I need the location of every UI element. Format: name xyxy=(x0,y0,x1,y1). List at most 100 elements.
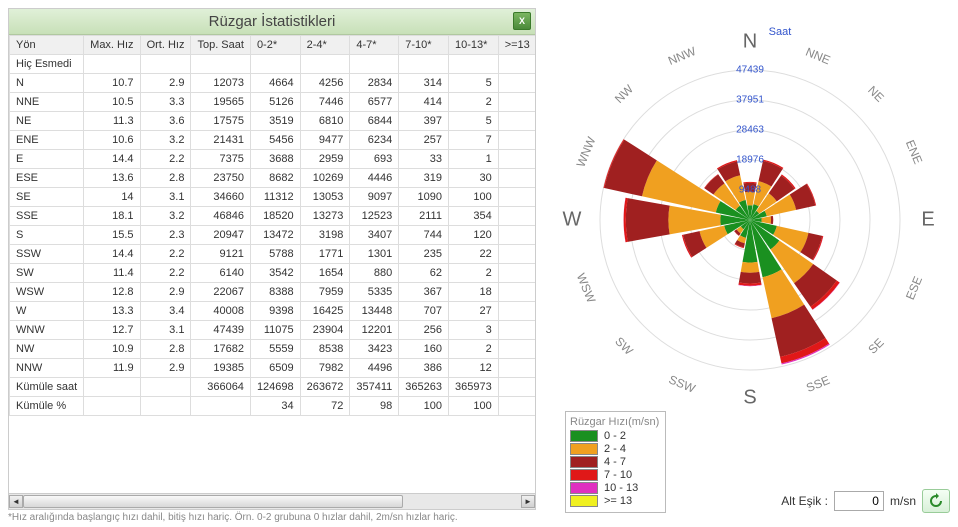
value-cell: 3.2 xyxy=(140,131,191,150)
value-cell: 6844 xyxy=(350,112,399,131)
col-header[interactable]: Top. Saat xyxy=(191,36,250,55)
value-cell xyxy=(498,359,535,378)
refresh-button[interactable] xyxy=(922,489,950,513)
legend-item: 7 - 10 xyxy=(570,469,659,481)
value-cell: 22067 xyxy=(191,283,250,302)
value-cell: 40008 xyxy=(191,302,250,321)
value-cell: 10269 xyxy=(300,169,350,188)
dir-cell: Kümüle saat xyxy=(10,378,84,397)
value-cell: 1771 xyxy=(300,245,350,264)
scroll-thumb[interactable] xyxy=(23,495,403,508)
table-row: Hiç Esmedi xyxy=(10,55,536,74)
value-cell: 7446 xyxy=(300,93,350,112)
value-cell: 3.1 xyxy=(140,188,191,207)
value-cell: 100 xyxy=(399,397,449,416)
value-cell: 16425 xyxy=(300,302,350,321)
value-cell: 18520 xyxy=(250,207,300,226)
col-header[interactable]: Ort. Hız xyxy=(140,36,191,55)
value-cell: 10.5 xyxy=(84,93,140,112)
value-cell: 14.4 xyxy=(84,245,140,264)
value-cell xyxy=(498,283,535,302)
table-row: SW11.42.2614035421654880622 xyxy=(10,264,536,283)
value-cell: 1 xyxy=(448,150,498,169)
col-header[interactable]: 0-2* xyxy=(250,36,300,55)
value-cell: 7375 xyxy=(191,150,250,169)
table-scroll[interactable]: YönMax. HızOrt. HızTop. Saat0-2*2-4*4-7*… xyxy=(9,35,535,493)
value-cell xyxy=(498,93,535,112)
value-cell: 11.4 xyxy=(84,264,140,283)
value-cell xyxy=(498,340,535,359)
value-cell: 693 xyxy=(350,150,399,169)
value-cell: 3542 xyxy=(250,264,300,283)
export-excel-icon[interactable]: X xyxy=(513,12,531,30)
scroll-left-icon[interactable]: ◄ xyxy=(9,495,23,508)
value-cell: 9097 xyxy=(350,188,399,207)
table-row: WSW12.82.92206783887959533536718 xyxy=(10,283,536,302)
col-header[interactable]: Yön xyxy=(10,36,84,55)
table-row: NW10.92.8176825559853834231602 xyxy=(10,340,536,359)
value-cell: 5 xyxy=(448,74,498,93)
threshold-unit: m/sn xyxy=(890,494,916,508)
value-cell: 3.2 xyxy=(140,207,191,226)
footnote: *Hız aralığında başlangıç hızı dahil, bi… xyxy=(8,512,536,523)
value-cell: 13.6 xyxy=(84,169,140,188)
value-cell: 72 xyxy=(300,397,350,416)
value-cell xyxy=(84,55,140,74)
scroll-right-icon[interactable]: ► xyxy=(521,495,535,508)
col-header[interactable]: 7-10* xyxy=(399,36,449,55)
dir-cell: ENE xyxy=(10,131,84,150)
value-cell xyxy=(399,55,449,74)
value-cell xyxy=(140,55,191,74)
dir-cell: Kümüle % xyxy=(10,397,84,416)
radial-axis-label: Saat xyxy=(769,26,792,38)
value-cell: 18.1 xyxy=(84,207,140,226)
table-row: ESE13.62.823750868210269444631930 xyxy=(10,169,536,188)
table-row: NE11.33.6175753519681068443975 xyxy=(10,112,536,131)
value-cell: 9398 xyxy=(250,302,300,321)
col-header[interactable]: 4-7* xyxy=(350,36,399,55)
value-cell: 354 xyxy=(448,207,498,226)
value-cell: 1301 xyxy=(350,245,399,264)
value-cell: 23904 xyxy=(300,321,350,340)
value-cell: 6140 xyxy=(191,264,250,283)
threshold-input[interactable] xyxy=(834,491,884,511)
col-header[interactable]: 2-4* xyxy=(300,36,350,55)
col-header[interactable]: 10-13* xyxy=(448,36,498,55)
value-cell: 397 xyxy=(399,112,449,131)
dir-cell: NW xyxy=(10,340,84,359)
value-cell: 2.2 xyxy=(140,150,191,169)
value-cell: 3407 xyxy=(350,226,399,245)
value-cell: 4496 xyxy=(350,359,399,378)
col-header[interactable]: >=13 xyxy=(498,36,535,55)
horizontal-scrollbar[interactable]: ◄ ► xyxy=(9,493,535,509)
value-cell: 15.5 xyxy=(84,226,140,245)
value-cell: 11312 xyxy=(250,188,300,207)
dir-cell: WNW xyxy=(10,321,84,340)
value-cell: 2 xyxy=(448,264,498,283)
table-row: WNW12.73.1474391107523904122012563 xyxy=(10,321,536,340)
value-cell: 5456 xyxy=(250,131,300,150)
value-cell: 2834 xyxy=(350,74,399,93)
compass-direction-label: N xyxy=(743,31,757,54)
table-row: Kümüle %347298100100 xyxy=(10,397,536,416)
legend: Rüzgar Hızı(m/sn) 0 - 22 - 44 - 77 - 101… xyxy=(565,411,666,513)
col-header[interactable]: Max. Hız xyxy=(84,36,140,55)
value-cell: 2111 xyxy=(399,207,449,226)
legend-swatch xyxy=(570,495,598,507)
value-cell: 12201 xyxy=(350,321,399,340)
value-cell: 14.4 xyxy=(84,150,140,169)
value-cell xyxy=(498,321,535,340)
value-cell: 17575 xyxy=(191,112,250,131)
radial-tick-label: 37951 xyxy=(736,95,764,106)
value-cell: 1090 xyxy=(399,188,449,207)
value-cell: 2.8 xyxy=(140,340,191,359)
value-cell: 1654 xyxy=(300,264,350,283)
value-cell: 13472 xyxy=(250,226,300,245)
dir-cell: NNW xyxy=(10,359,84,378)
value-cell xyxy=(498,245,535,264)
value-cell: 13053 xyxy=(300,188,350,207)
value-cell: 120 xyxy=(448,226,498,245)
compass-direction-label: E xyxy=(921,209,934,232)
value-cell xyxy=(191,397,250,416)
value-cell: 20947 xyxy=(191,226,250,245)
